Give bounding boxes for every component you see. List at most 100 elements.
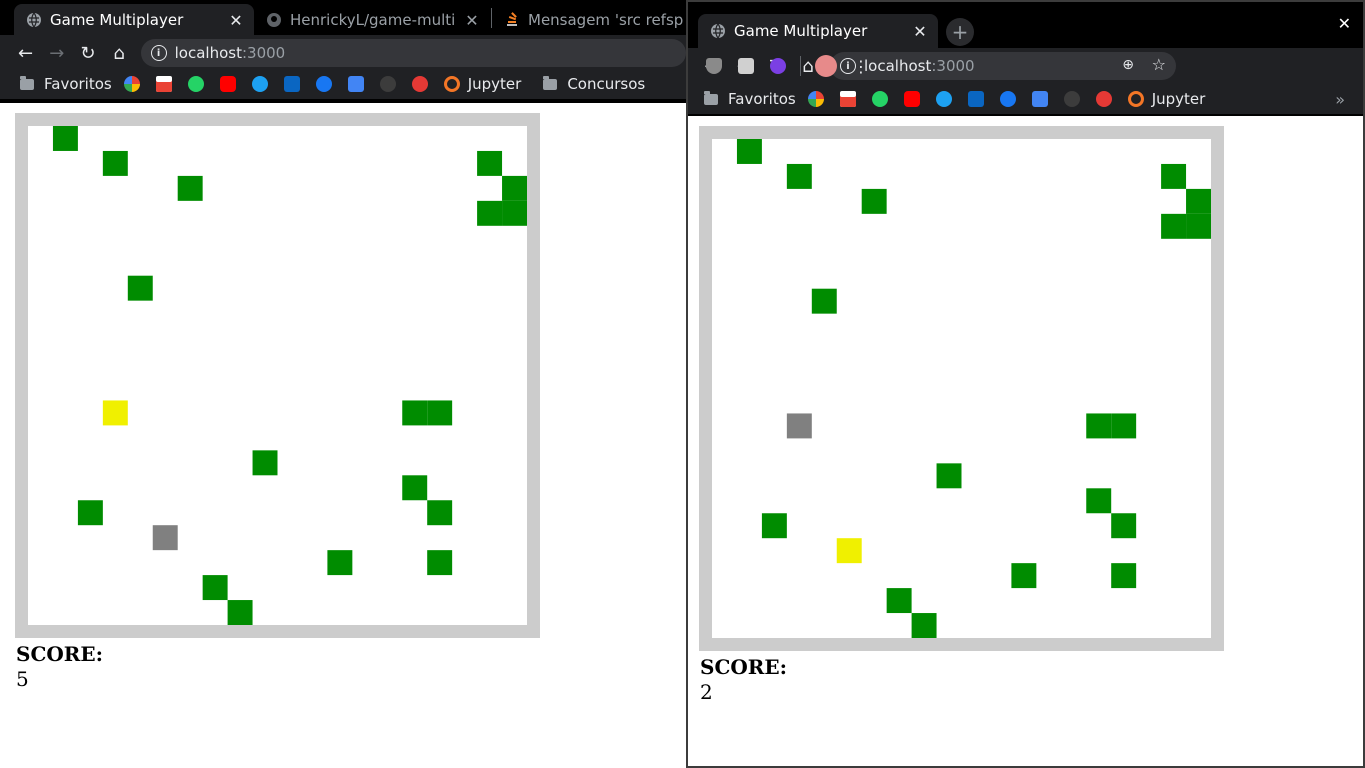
back-arrow-icon[interactable]: ← (10, 37, 41, 69)
bookmark-jupyter[interactable]: Jupyter (1127, 90, 1205, 108)
other-player (152, 525, 178, 551)
linkedin-icon[interactable] (283, 76, 300, 92)
address-bar[interactable]: i localhost:3000 ⊕ ☆ (830, 52, 1176, 80)
twitter-icon[interactable] (935, 91, 952, 107)
extension-m-icon[interactable] (738, 58, 754, 74)
browser-window-right: Game Multiplayer ✕ + ✕ ← → ↻ ⌂ i localho… (686, 0, 1365, 768)
close-window-button[interactable]: ✕ (1338, 14, 1351, 33)
tab-github[interactable]: HenrickyL/game-multi ✕ (254, 4, 490, 36)
tomato-icon[interactable] (411, 76, 428, 92)
tab-game-multiplayer[interactable]: Game Multiplayer ✕ (14, 4, 254, 36)
spotify-icon[interactable] (1063, 91, 1080, 107)
tab-title: Game Multiplayer (50, 11, 184, 29)
facebook-icon[interactable] (315, 76, 332, 92)
tab-stackoverflow[interactable]: Mensagem 'src refsp (492, 4, 686, 36)
score-label: SCORE: (700, 655, 788, 679)
page-content: SCORE: 5 (0, 103, 686, 768)
youtube-icon[interactable] (219, 76, 236, 92)
score-label: SCORE: (16, 642, 104, 666)
bookmark-folder-favoritos[interactable]: Favoritos (20, 75, 112, 93)
fruit (427, 400, 453, 426)
fruit (786, 163, 812, 189)
current-player (102, 400, 128, 426)
bookmarks-overflow-button[interactable]: » (1335, 90, 1345, 109)
url-port: :3000 (931, 57, 975, 75)
fruit (1086, 488, 1112, 514)
menu-kebab-icon[interactable]: ⋮ (853, 57, 869, 76)
zoom-icon[interactable]: ⊕ (1122, 57, 1134, 73)
whatsapp-icon[interactable] (871, 91, 888, 107)
game-board (15, 113, 540, 638)
bookmark-label: Jupyter (467, 75, 522, 93)
tab-strip: Game Multiplayer ✕ HenrickyL/game-multi … (0, 0, 686, 36)
new-tab-button[interactable]: + (946, 18, 974, 46)
browser-window-left: Game Multiplayer ✕ HenrickyL/game-multi … (0, 0, 686, 768)
reload-icon[interactable]: ↻ (72, 37, 103, 69)
page-content: SCORE: 2 (688, 116, 1363, 766)
current-player (836, 538, 862, 564)
game-canvas[interactable] (712, 139, 1211, 638)
close-tab-icon[interactable]: ✕ (226, 11, 246, 30)
forward-arrow-icon[interactable]: → (41, 37, 72, 69)
translate-icon[interactable] (347, 76, 364, 92)
fruit (427, 500, 453, 526)
facebook-icon[interactable] (999, 91, 1016, 107)
address-bar[interactable]: i localhost:3000 (140, 39, 686, 67)
stackoverflow-icon (504, 12, 520, 28)
folder-icon (20, 75, 34, 90)
fruit (227, 600, 253, 625)
bookmark-label: Concursos (567, 75, 646, 93)
whatsapp-icon[interactable] (187, 76, 204, 92)
bookmarks-bar: Favoritos Jupyter » (688, 84, 1363, 114)
fruit (911, 613, 937, 638)
score-value: 2 (700, 680, 713, 704)
linkedin-icon[interactable] (967, 91, 984, 107)
tomato-icon[interactable] (1095, 91, 1112, 107)
translate-icon[interactable] (1031, 91, 1048, 107)
tab-game-multiplayer[interactable]: Game Multiplayer ✕ (698, 14, 938, 48)
fruit (1111, 563, 1137, 589)
tab-title: HenrickyL/game-multi (290, 11, 456, 29)
fruit (736, 139, 762, 164)
fruit (202, 575, 228, 601)
fruit (502, 200, 527, 226)
avatar[interactable] (815, 55, 837, 77)
folder-icon (704, 90, 718, 105)
fruit (861, 188, 887, 214)
bookmark-folder-favoritos[interactable]: Favoritos (704, 90, 796, 108)
fruit (1111, 513, 1137, 539)
fruit (77, 500, 103, 526)
fruit (477, 200, 503, 226)
google-icon[interactable] (807, 91, 824, 107)
fruit (1111, 413, 1137, 439)
game-board (699, 126, 1224, 651)
twitter-icon[interactable] (251, 76, 268, 92)
close-tab-icon[interactable]: ✕ (462, 11, 482, 30)
fruit (1161, 213, 1187, 239)
url-host: localhost (864, 57, 932, 75)
ublock-icon[interactable] (706, 58, 722, 74)
google-icon[interactable] (123, 76, 140, 92)
fruit (52, 126, 78, 151)
close-tab-icon[interactable]: ✕ (910, 22, 930, 41)
bookmark-jupyter[interactable]: Jupyter (443, 75, 522, 93)
fruit (252, 450, 278, 476)
tab-title: Game Multiplayer (734, 22, 868, 40)
site-info-icon[interactable]: i (150, 45, 167, 61)
home-icon[interactable]: ⌂ (103, 37, 134, 69)
gmail-icon[interactable] (839, 91, 856, 107)
extension-purple-icon[interactable] (770, 58, 786, 74)
fruit (1086, 413, 1112, 439)
bookmark-folder-concursos[interactable]: Concursos (543, 75, 645, 93)
fruit (761, 513, 787, 539)
youtube-icon[interactable] (903, 91, 920, 107)
spotify-icon[interactable] (379, 76, 396, 92)
fruit (1186, 188, 1211, 214)
fruit (1011, 563, 1037, 589)
gmail-icon[interactable] (155, 76, 172, 92)
bookmarks-bar: Favoritos Jupyter Concursos (0, 69, 686, 99)
bookmark-star-icon[interactable]: ☆ (1152, 55, 1166, 74)
tab-title: Mensagem 'src refsp (528, 11, 684, 29)
toolbar-divider (800, 56, 801, 76)
game-canvas[interactable] (28, 126, 527, 625)
